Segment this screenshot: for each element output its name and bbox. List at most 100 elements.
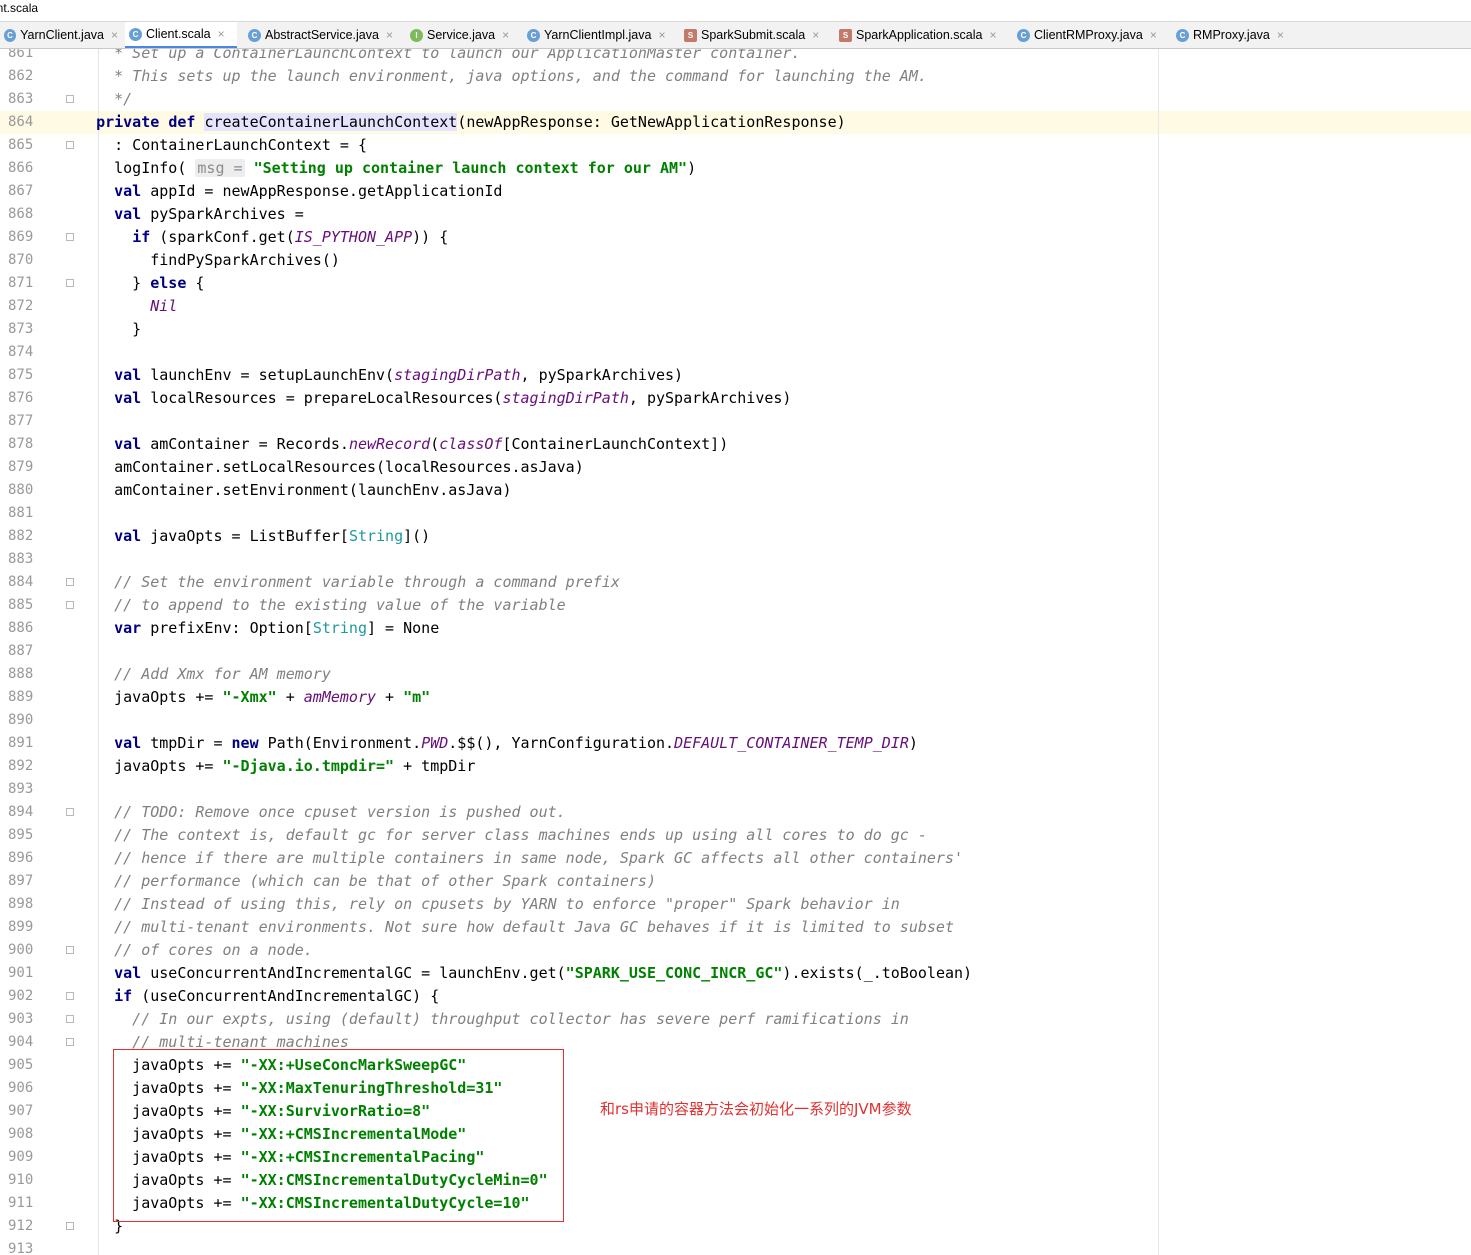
code-text: private def createContainerLaunchContext… bbox=[96, 113, 846, 131]
code-line[interactable]: 901 val useConcurrentAndIncrementalGC = … bbox=[0, 962, 1471, 985]
code-line[interactable]: 868 val pySparkArchives = bbox=[0, 203, 1471, 226]
close-icon[interactable]: × bbox=[989, 28, 996, 42]
line-number: 871 bbox=[8, 275, 34, 291]
line-number: 866 bbox=[8, 160, 34, 176]
java-interface-icon: I bbox=[410, 28, 423, 42]
code-line[interactable]: 913 bbox=[0, 1238, 1471, 1255]
code-line[interactable]: 900 // of cores on a node. bbox=[0, 939, 1471, 962]
code-line[interactable]: 873 } bbox=[0, 318, 1471, 341]
fold-marker-icon[interactable] bbox=[66, 946, 74, 954]
line-number: 911 bbox=[8, 1195, 34, 1211]
tab-service-java[interactable]: I Service.java × bbox=[406, 22, 516, 48]
code-line[interactable]: 885 // to append to the existing value o… bbox=[0, 594, 1471, 617]
code-line[interactable]: 861 * Set up a ContainerLaunchContext to… bbox=[0, 49, 1471, 65]
fold-marker-icon[interactable] bbox=[66, 279, 74, 287]
code-line[interactable]: 864 private def createContainerLaunchCon… bbox=[0, 111, 1471, 134]
tab-yarnclientimpl-java[interactable]: C YarnClientImpl.java × bbox=[523, 22, 673, 48]
close-icon[interactable]: × bbox=[658, 28, 665, 42]
code-text: val javaOpts = ListBuffer[String]() bbox=[114, 527, 431, 545]
fold-marker-icon[interactable] bbox=[66, 1222, 74, 1230]
tab-sparksubmit-scala[interactable]: S SparkSubmit.scala × bbox=[680, 22, 828, 48]
fold-marker-icon[interactable] bbox=[66, 1015, 74, 1023]
code-line[interactable]: 881 bbox=[0, 502, 1471, 525]
tab-abstractservice-java[interactable]: C AbstractService.java × bbox=[244, 22, 398, 48]
line-number: 865 bbox=[8, 137, 34, 153]
code-line[interactable]: 863 */ bbox=[0, 88, 1471, 111]
code-editor[interactable]: 861 * Set up a ContainerLaunchContext to… bbox=[0, 49, 1471, 1255]
code-line[interactable]: 889 javaOpts += "-Xmx" + amMemory + "m" bbox=[0, 686, 1471, 709]
code-line[interactable]: 886 var prefixEnv: Option[String] = None bbox=[0, 617, 1471, 640]
code-line[interactable]: 880 amContainer.setEnvironment(launchEnv… bbox=[0, 479, 1471, 502]
code-line[interactable]: 897 // performance (which can be that of… bbox=[0, 870, 1471, 893]
code-line[interactable]: 884 // Set the environment variable thro… bbox=[0, 571, 1471, 594]
fold-marker-icon[interactable] bbox=[66, 1038, 74, 1046]
close-icon[interactable]: × bbox=[386, 28, 393, 42]
code-line[interactable]: 882 val javaOpts = ListBuffer[String]() bbox=[0, 525, 1471, 548]
fold-marker-icon[interactable] bbox=[66, 601, 74, 609]
line-number: 893 bbox=[8, 781, 34, 797]
code-line[interactable]: 903 // In our expts, using (default) thr… bbox=[0, 1008, 1471, 1031]
tab-label: YarnClientImpl.java bbox=[544, 28, 652, 42]
code-line[interactable]: 896 // hence if there are multiple conta… bbox=[0, 847, 1471, 870]
close-icon[interactable]: × bbox=[812, 28, 819, 42]
code-line[interactable]: 878 val amContainer = Records.newRecord(… bbox=[0, 433, 1471, 456]
code-line[interactable]: 894 // TODO: Remove once cpuset version … bbox=[0, 801, 1471, 824]
code-line[interactable]: 883 bbox=[0, 548, 1471, 571]
line-number: 884 bbox=[8, 574, 34, 590]
code-line[interactable]: 865 : ContainerLaunchContext = { bbox=[0, 134, 1471, 157]
code-line[interactable]: 892 javaOpts += "-Djava.io.tmpdir=" + tm… bbox=[0, 755, 1471, 778]
fold-marker-icon[interactable] bbox=[66, 233, 74, 241]
code-text: val useConcurrentAndIncrementalGC = laun… bbox=[114, 964, 973, 982]
code-line[interactable]: 895 // The context is, default gc for se… bbox=[0, 824, 1471, 847]
tab-rmproxy-java[interactable]: C RMProxy.java × bbox=[1172, 22, 1290, 48]
code-text: javaOpts += "-Djava.io.tmpdir=" + tmpDir bbox=[78, 757, 476, 775]
code-text: } else { bbox=[78, 274, 205, 292]
code-line[interactable]: 870 findPySparkArchives() bbox=[0, 249, 1471, 272]
line-number: 886 bbox=[8, 620, 34, 636]
code-line[interactable]: 887 bbox=[0, 640, 1471, 663]
code-line[interactable]: 871 } else { bbox=[0, 272, 1471, 295]
code-line[interactable]: 866 logInfo( msg = "Setting up container… bbox=[0, 157, 1471, 180]
line-number: 901 bbox=[8, 965, 34, 981]
line-number: 890 bbox=[8, 712, 34, 728]
close-icon[interactable]: × bbox=[1277, 28, 1284, 42]
code-line[interactable]: 877 bbox=[0, 410, 1471, 433]
fold-marker-icon[interactable] bbox=[66, 808, 74, 816]
tab-client-scala[interactable]: C Client.scala × bbox=[125, 22, 237, 48]
code-line[interactable]: 862 * This sets up the launch environmen… bbox=[0, 65, 1471, 88]
line-number: 861 bbox=[8, 49, 34, 61]
code-line[interactable]: 890 bbox=[0, 709, 1471, 732]
code-text: val pySparkArchives = bbox=[114, 205, 304, 223]
close-icon[interactable]: × bbox=[1150, 28, 1157, 42]
code-line[interactable]: 893 bbox=[0, 778, 1471, 801]
code-line[interactable]: 888 // Add Xmx for AM memory bbox=[0, 663, 1471, 686]
fold-marker-icon[interactable] bbox=[66, 992, 74, 1000]
code-line[interactable]: 869 if (sparkConf.get(IS_PYTHON_APP)) { bbox=[0, 226, 1471, 249]
close-icon[interactable]: × bbox=[502, 28, 509, 42]
tab-yarnclient-java[interactable]: C YarnClient.java × bbox=[0, 22, 122, 48]
code-line[interactable]: 891 val tmpDir = new Path(Environment.PW… bbox=[0, 732, 1471, 755]
code-line[interactable]: 872 Nil bbox=[0, 295, 1471, 318]
tab-clientrmproxy-java[interactable]: C ClientRMProxy.java × bbox=[1013, 22, 1165, 48]
window-title: ent.scala bbox=[0, 1, 39, 15]
line-number: 898 bbox=[8, 896, 34, 912]
code-line[interactable]: 899 // multi-tenant environments. Not su… bbox=[0, 916, 1471, 939]
code-text: : ContainerLaunchContext = { bbox=[78, 136, 367, 154]
code-line[interactable]: 876 val localResources = prepareLocalRes… bbox=[0, 387, 1471, 410]
close-icon[interactable]: × bbox=[218, 27, 225, 41]
code-line[interactable]: 898 // Instead of using this, rely on cp… bbox=[0, 893, 1471, 916]
code-text: javaOpts += "-Xmx" + amMemory + "m" bbox=[78, 688, 431, 706]
close-icon[interactable]: × bbox=[111, 28, 118, 42]
fold-marker-icon[interactable] bbox=[66, 141, 74, 149]
code-line[interactable]: 879 amContainer.setLocalResources(localR… bbox=[0, 456, 1471, 479]
code-line[interactable]: 874 bbox=[0, 341, 1471, 364]
code-line[interactable]: 902 if (useConcurrentAndIncrementalGC) { bbox=[0, 985, 1471, 1008]
fold-marker-icon[interactable] bbox=[66, 95, 74, 103]
fold-marker-icon[interactable] bbox=[66, 578, 74, 586]
tab-sparkapplication-scala[interactable]: S SparkApplication.scala × bbox=[835, 22, 1007, 48]
code-line[interactable]: 875 val launchEnv = setupLaunchEnv(stagi… bbox=[0, 364, 1471, 387]
line-number: 880 bbox=[8, 482, 34, 498]
code-line[interactable]: 867 val appId = newAppResponse.getApplic… bbox=[0, 180, 1471, 203]
java-class-icon: C bbox=[1017, 28, 1030, 42]
tab-label: SparkSubmit.scala bbox=[701, 28, 806, 42]
